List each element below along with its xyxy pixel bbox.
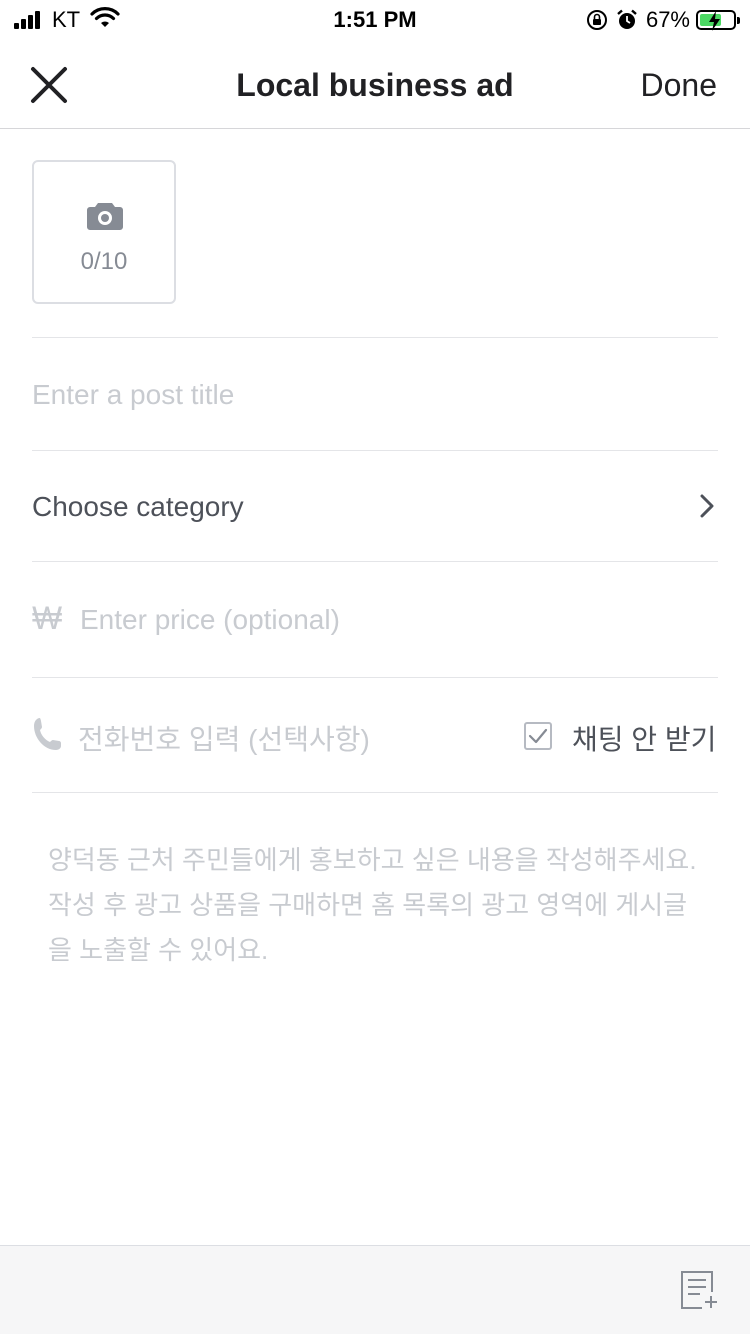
description-input[interactable]: 양덕동 근처 주민들에게 홍보하고 싶은 내용을 작성해주세요. 작성 후 광고… [48,838,708,973]
add-text-icon[interactable] [680,1270,720,1315]
battery-percent: 67% [645,7,690,32]
status-bar: KT 1:51 PM 67% [0,0,750,40]
photo-upload-button[interactable]: 0/10 [32,160,176,304]
post-title-input[interactable]: Enter a post title [32,379,234,411]
photo-count: 0/10 [80,248,128,275]
chevron-right-icon[interactable] [700,494,714,523]
battery-charging-icon [696,10,740,31]
page-title: Local business ad [236,67,514,103]
done-button[interactable]: Done [641,67,718,104]
camera-icon [86,200,124,237]
category-selector[interactable]: Choose category [32,491,244,523]
no-chat-label[interactable]: 채팅 안 받기 [572,718,716,758]
no-chat-checkbox[interactable] [524,722,552,750]
phone-icon [32,716,62,757]
bottom-toolbar [0,1245,750,1334]
won-currency-icon: ₩ [32,600,63,636]
nav-bar: Local business ad Done [0,40,750,129]
phone-input[interactable]: 전화번호 입력 (선택사항) [78,718,370,758]
divider [32,337,718,338]
divider [32,792,718,793]
alarm-icon [616,9,638,31]
divider [32,561,718,562]
divider [32,450,718,451]
price-input[interactable]: Enter price (optional) [80,604,340,636]
divider [32,677,718,678]
orientation-lock-icon [586,9,608,31]
